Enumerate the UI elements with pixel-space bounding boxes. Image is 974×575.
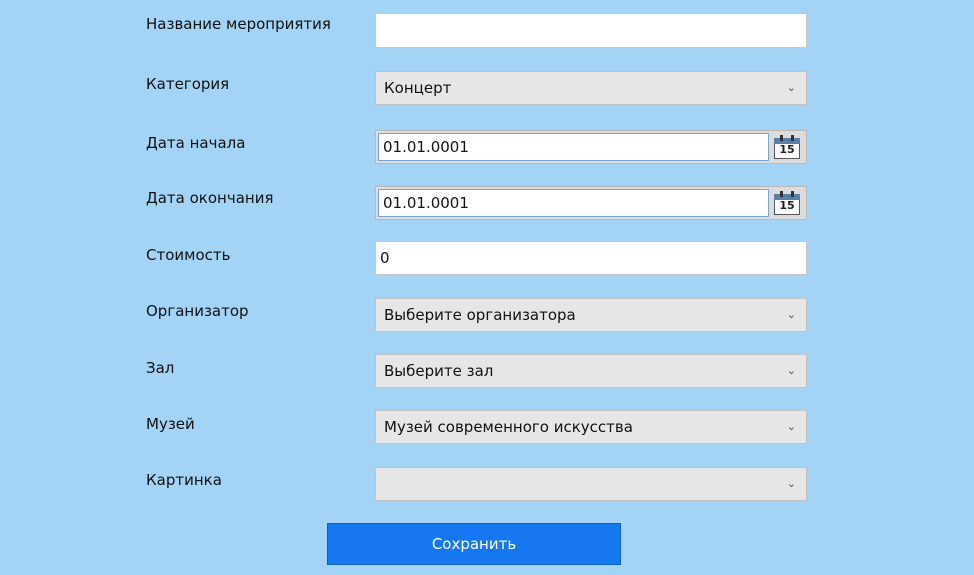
chevron-down-icon: ⌄ [786,364,796,377]
end-date-picker: 01.01.0001 15 [375,186,807,220]
end-date-label: Дата окончания [146,189,274,207]
hall-select[interactable]: Выберите зал ⌄ [375,354,807,388]
end-date-input[interactable]: 01.01.0001 [378,189,769,217]
event-name-input[interactable] [375,13,807,48]
cost-input[interactable]: 0 [375,241,807,275]
organizer-value: Выберите организатора [384,306,576,324]
chevron-down-icon: ⌄ [786,420,796,433]
calendar-icon[interactable]: 15 [774,135,800,159]
event-name-label: Название мероприятия [146,15,331,33]
calendar-day: 15 [779,199,795,212]
start-date-picker: 01.01.0001 15 [375,130,807,164]
save-button[interactable]: Сохранить [327,523,621,565]
event-form: Название мероприятия Категория Концерт ⌄… [0,0,974,575]
calendar-icon[interactable]: 15 [774,191,800,215]
organizer-select[interactable]: Выберите организатора ⌄ [375,298,807,332]
category-label: Категория [146,75,230,93]
hall-value: Выберите зал [384,362,494,380]
picture-label: Картинка [146,471,222,489]
chevron-down-icon: ⌄ [786,81,796,94]
calendar-day: 15 [779,143,795,156]
chevron-down-icon: ⌄ [786,477,796,490]
hall-label: Зал [146,359,175,377]
category-value: Концерт [384,79,452,97]
chevron-down-icon: ⌄ [786,308,796,321]
picture-select[interactable]: ⌄ [375,467,807,501]
museum-label: Музей [146,415,195,433]
start-date-input[interactable]: 01.01.0001 [378,133,769,161]
museum-value: Музей современного искусства [384,418,633,436]
start-date-label: Дата начала [146,134,246,152]
museum-select[interactable]: Музей современного искусства ⌄ [375,410,807,444]
category-select[interactable]: Концерт ⌄ [375,71,807,105]
cost-label: Стоимость [146,246,231,264]
organizer-label: Организатор [146,302,249,320]
